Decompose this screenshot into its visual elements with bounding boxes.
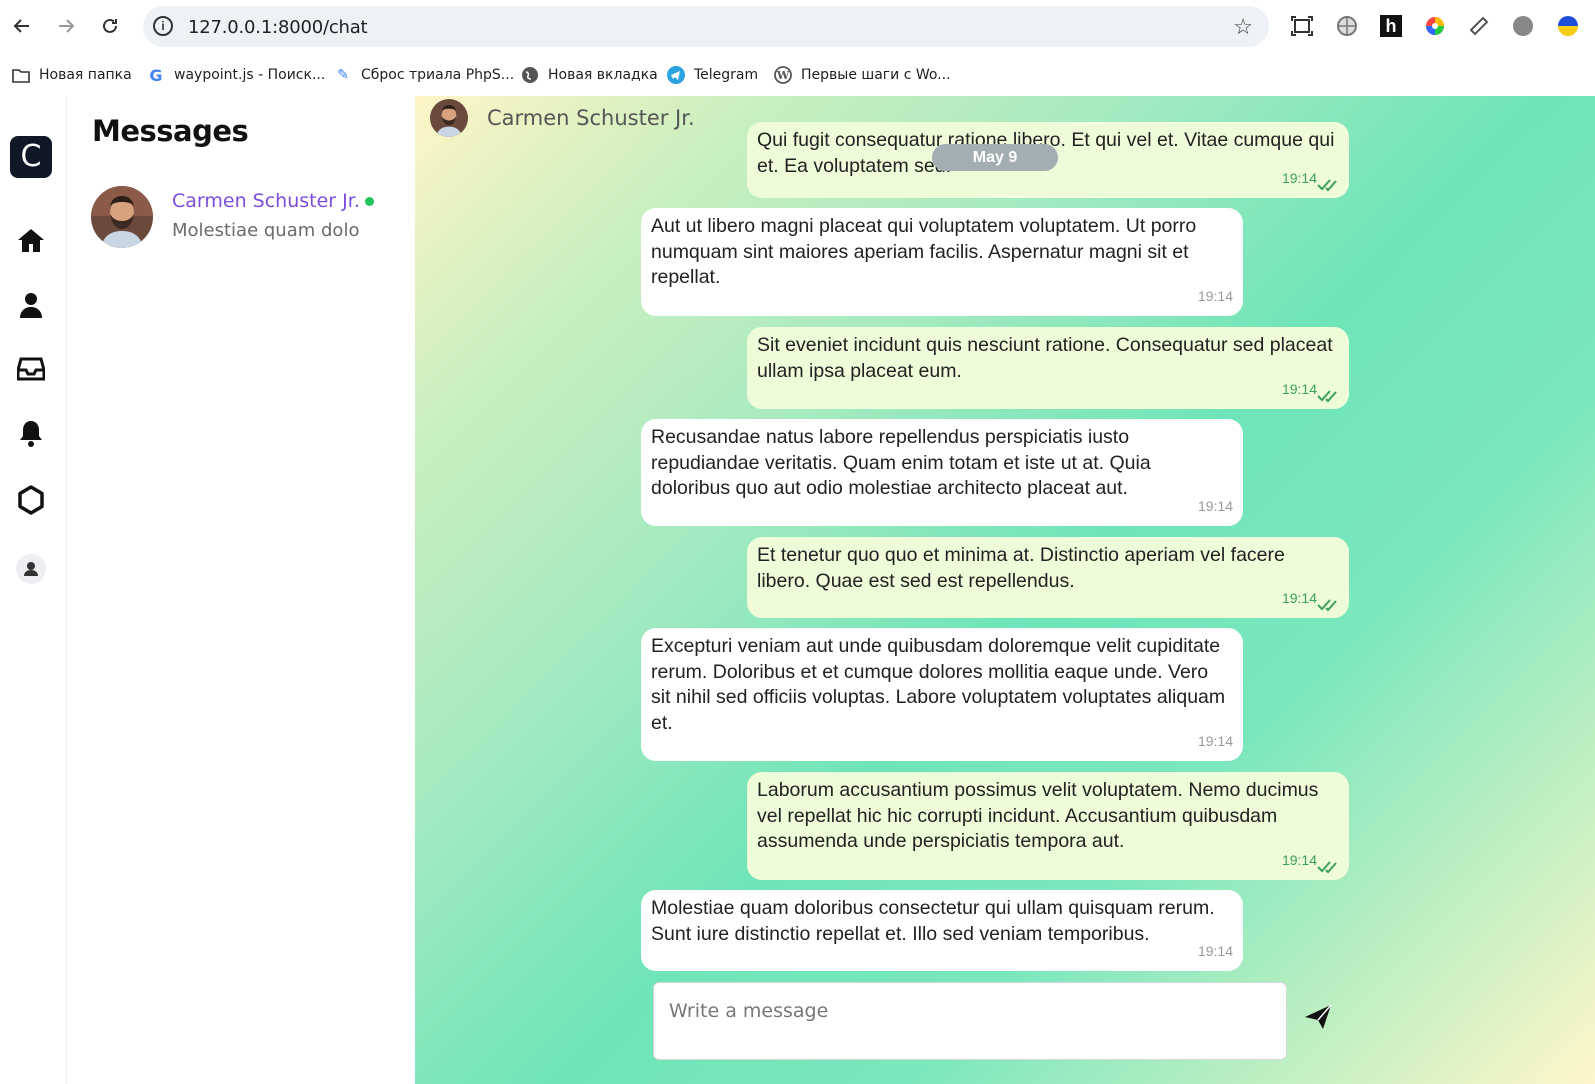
message-outgoing: Et tenetur quo quo et minima at. Distinc… [747,537,1349,618]
user-icon[interactable] [15,289,47,321]
reload-icon[interactable] [96,12,124,40]
back-arrow-icon[interactable] [8,12,36,40]
bookmark-label: Новая папка [39,67,132,83]
message-incoming: Recusandae natus labore repellendus pers… [641,419,1243,526]
forward-arrow-icon[interactable] [52,12,80,40]
message-incoming: Molestiae quam doloribus consectetur qui… [641,890,1243,971]
message-time: 19:14 [1281,170,1317,187]
message-text: Recusandae natus labore repellendus pers… [651,426,1151,500]
bookmark-label: Telegram [694,67,759,83]
message-time: 19:14 [1197,288,1233,305]
bell-icon[interactable] [15,417,47,449]
read-receipt-icon [1317,179,1337,192]
bookmark-telegram[interactable]: Telegram [667,63,758,87]
last-message-preview: Molestiae quam dolo [172,220,360,241]
message-time: 19:14 [1197,733,1233,750]
profile-extension-icon[interactable] [1511,14,1535,38]
message-text: Et tenetur quo quo et minima at. Distinc… [757,544,1285,592]
send-icon [1305,1004,1332,1029]
message-time: 19:14 [1281,381,1317,398]
google-icon: G [149,65,163,85]
chat-header-area [415,96,1595,140]
contact-name: Carmen Schuster Jr. [172,190,360,212]
bookmark-label: Первые шаги с Wo... [801,67,951,83]
chat-panel: Carmen Schuster Jr. Qui fugit consequatu… [415,96,1595,1084]
sidebar-rail: C [0,96,67,1084]
globe-icon [521,66,539,84]
extensions-overflow-icon[interactable] [1556,14,1580,38]
app-logo[interactable]: C [10,136,52,178]
message-text: Aut ut libero magni placeat qui voluptat… [651,215,1197,289]
read-receipt-icon [1317,599,1337,612]
ruler-extension-icon[interactable] [1467,14,1491,38]
page-title: Messages [92,114,249,148]
date-separator: May 9 [932,144,1058,171]
browser-toolbar: i 127.0.0.1:8000/chat ☆ h [0,0,1595,54]
color-wheel-extension-icon[interactable] [1423,14,1447,38]
url-text[interactable]: 127.0.0.1:8000/chat [188,17,368,38]
wordpress-icon: W [774,66,792,84]
bookmark-label: Новая вкладка [548,67,658,83]
message-text: Laborum accusantium possimus velit volup… [757,779,1319,853]
bookmark-label: Сброс триала PhpS... [361,67,515,83]
message-incoming: Excepturi veniam aut unde quibusdam dolo… [641,628,1243,761]
h-extension-icon[interactable]: h [1379,14,1403,38]
message-composer [653,982,1287,1060]
folder-icon [12,66,30,84]
address-bar[interactable]: i 127.0.0.1:8000/chat ☆ [143,6,1269,47]
avatar [91,186,153,248]
screen-capture-icon[interactable] [1290,14,1314,38]
message-time: 19:14 [1281,590,1317,607]
settings-icon[interactable] [15,484,47,516]
message-outgoing: Laborum accusantium possimus velit volup… [747,772,1349,880]
message-text: Excepturi veniam aut unde quibusdam dolo… [651,635,1226,735]
bookmarks-bar: Новая папка G waypoint.js - Поиск... ✎ С… [0,54,1595,96]
bookmark-phpstorm-reset[interactable]: ✎ Сброс триала PhpS... [334,63,514,87]
bookmark-wordpress[interactable]: W Первые шаги с Wo... [774,63,951,87]
message-incoming: Aut ut libero magni placeat qui voluptat… [641,208,1243,316]
send-button[interactable] [1303,1002,1333,1032]
bookmark-folder[interactable]: Новая папка [12,63,132,87]
message-text: Molestiae quam doloribus consectetur qui… [651,897,1215,945]
message-time: 19:14 [1281,852,1317,869]
bookmark-waypoint[interactable]: G waypoint.js - Поиск... [147,63,325,87]
home-icon[interactable] [15,224,47,256]
message-time: 19:14 [1197,498,1233,515]
site-info-icon[interactable]: i [153,16,173,36]
message-time: 19:14 [1197,943,1233,960]
avatar-icon[interactable] [15,553,47,585]
online-status-dot [365,197,374,206]
bookmark-star-icon[interactable]: ☆ [1233,14,1253,40]
message-input[interactable] [654,983,1286,1059]
message-outgoing: Sit eveniet incidunt quis nesciunt ratio… [747,327,1349,409]
read-receipt-icon [1317,861,1337,874]
chat-app: C Messages Carmen Schuster Jr. Molestiae… [0,96,1595,1084]
conversation-list: Messages Carmen Schuster Jr. Molestiae q… [67,96,415,1084]
globe-extension-icon[interactable] [1335,14,1359,38]
telegram-icon [667,66,685,84]
conversation-item[interactable]: Carmen Schuster Jr. Molestiae quam dolo [89,184,399,250]
message-text: Sit eveniet incidunt quis nesciunt ratio… [757,334,1333,382]
svg-text:W: W [776,69,790,82]
pen-icon: ✎ [337,67,349,83]
bookmark-label: waypoint.js - Поиск... [174,67,326,83]
bookmark-new-tab[interactable]: Новая вкладка [521,63,658,87]
read-receipt-icon [1317,390,1337,403]
inbox-icon[interactable] [15,353,47,385]
